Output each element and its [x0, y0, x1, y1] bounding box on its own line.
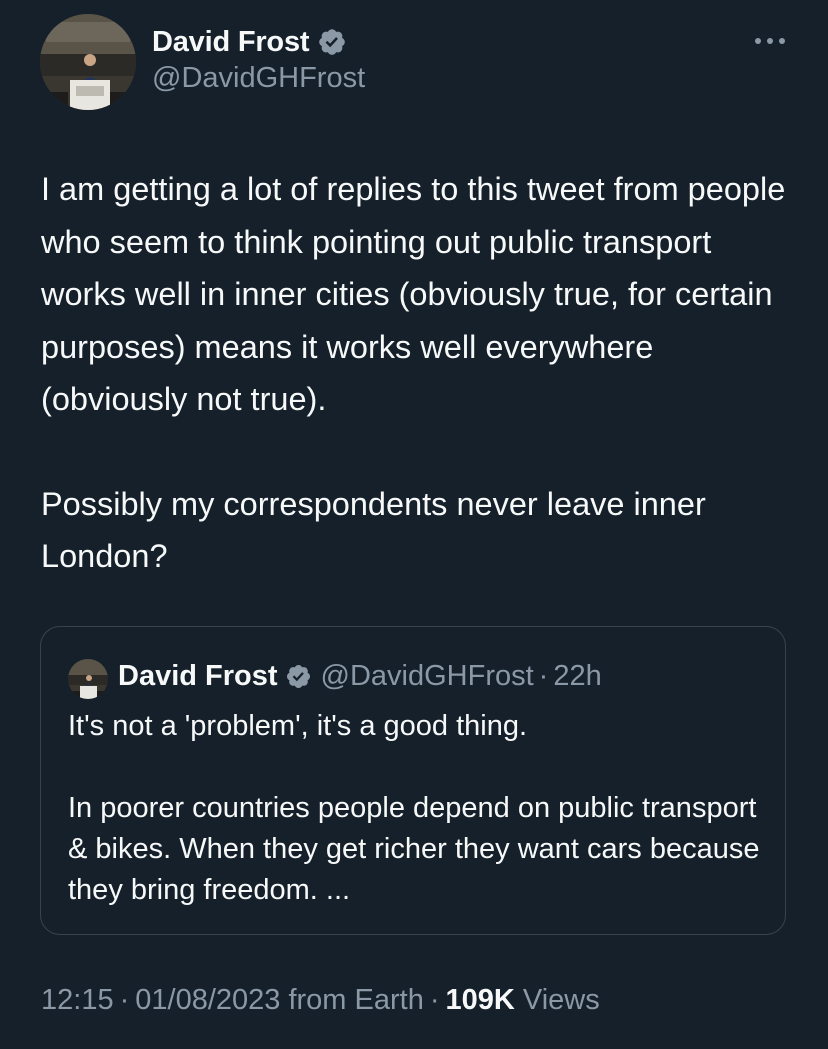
separator-dot: ·: [119, 984, 130, 1016]
quoted-tweet[interactable]: David Frost @DavidGHFrost · 22h It's not…: [40, 626, 786, 935]
author-handle[interactable]: @DavidGHFrost: [152, 62, 365, 95]
quoted-tweet-text: It's not a 'problem', it's a good thing.…: [68, 706, 768, 911]
views-count[interactable]: 109K: [446, 984, 515, 1016]
quoted-tweet-header: David Frost @DavidGHFrost · 22h: [118, 657, 602, 695]
quoted-author-name: David Frost: [118, 659, 278, 692]
tweet-paragraph: I am getting a lot of replies to this tw…: [41, 171, 786, 417]
verified-badge-icon: [317, 27, 347, 57]
quoted-paragraph: It's not a 'problem', it's a good thing.: [68, 710, 528, 742]
tweet-meta: 12:15 · 01/08/2023 from Earth · 109K Views: [41, 984, 600, 1017]
post-source: from Earth: [288, 984, 424, 1016]
tweet: David Frost @DavidGHFrost I am getting a…: [0, 0, 828, 1049]
quoted-author-handle: @DavidGHFrost: [320, 659, 534, 692]
separator-dot: ·: [538, 659, 549, 692]
tweet-text: I am getting a lot of replies to this tw…: [41, 163, 801, 583]
separator-dot: ·: [429, 984, 440, 1016]
tweet-paragraph: Possibly my correspondents never leave i…: [41, 485, 706, 575]
author-avatar[interactable]: [40, 14, 136, 110]
author-name[interactable]: David Frost: [152, 26, 310, 59]
quoted-author-avatar: [68, 659, 108, 699]
views-label: Views: [522, 984, 600, 1016]
more-options-icon[interactable]: [752, 28, 788, 52]
quoted-paragraph: In poorer countries people depend on pub…: [68, 792, 760, 906]
author-name-row[interactable]: David Frost: [152, 22, 347, 62]
post-date[interactable]: 01/08/2023: [135, 984, 280, 1016]
post-time[interactable]: 12:15: [41, 984, 114, 1016]
verified-badge-icon: [285, 663, 312, 690]
quoted-timestamp: 22h: [553, 659, 602, 692]
